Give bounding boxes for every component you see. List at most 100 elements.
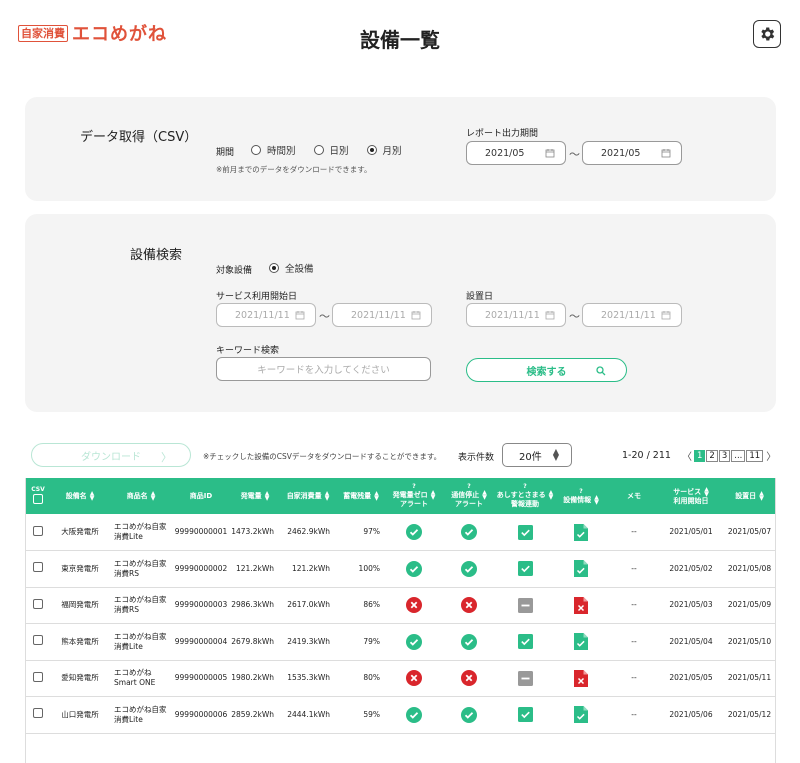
cell-product-id: 99990000004 bbox=[174, 636, 228, 646]
table-row: 愛知発電所 エコめがねSmart ONE 99990000005 1980.2kWh 1… bbox=[26, 660, 775, 697]
cell-install-date: 2021/05/07 bbox=[727, 527, 772, 536]
cell-device-info bbox=[554, 587, 608, 624]
cell-install-date: 2021/05/11 bbox=[727, 673, 772, 683]
document-error-icon[interactable] bbox=[574, 669, 588, 687]
cell-gen-alert bbox=[386, 514, 442, 551]
col-comm-stop-alert[interactable]: ? 通信停止 ▲ ▼ アラート bbox=[442, 478, 496, 514]
cell-name[interactable]: 熊本発電所 bbox=[50, 624, 110, 661]
row-checkbox[interactable] bbox=[33, 598, 43, 609]
col-battery[interactable]: 蓄電残量 ▲ ▼ bbox=[336, 478, 386, 514]
cell-memo[interactable]: -- bbox=[608, 624, 660, 661]
pagination: 〈 1 2 3 ... 11 〉 bbox=[680, 448, 778, 463]
cell-memo[interactable]: -- bbox=[608, 587, 660, 624]
row-checkbox-cell bbox=[26, 660, 50, 697]
install-date-to[interactable]: 2021/11/11 bbox=[582, 303, 682, 327]
cell-memo[interactable]: -- bbox=[608, 551, 660, 588]
calendar-icon bbox=[295, 311, 305, 320]
page-3[interactable]: 3 bbox=[718, 449, 731, 462]
calendar-icon bbox=[411, 311, 421, 320]
checkbox-checked-icon[interactable] bbox=[517, 707, 533, 723]
radio-hourly[interactable]: 時間別 bbox=[251, 143, 296, 157]
cell-name[interactable]: 東京発電所 bbox=[50, 551, 110, 588]
cell-name[interactable]: 福岡発電所 bbox=[50, 587, 110, 624]
target-label: 対象設備 bbox=[216, 266, 253, 276]
cell-gen-alert bbox=[386, 697, 442, 734]
page-2[interactable]: 2 bbox=[706, 449, 718, 462]
radio-all-equipment[interactable]: 全設備 bbox=[269, 261, 314, 275]
equipment-table: CSV 設備名 ▲ ▼ 商品名 ▲ ▼ 商品ID 発電量 ▲ ▼ 自家消費量 ▲ ▼ 蓄電残量 ▲… bbox=[25, 478, 776, 763]
cell-name[interactable]: 大阪発電所 bbox=[50, 514, 110, 551]
checkbox-checked-icon[interactable] bbox=[517, 634, 533, 650]
checkbox-checked-icon[interactable] bbox=[517, 561, 533, 577]
report-from-date[interactable]: 2021/05 bbox=[466, 141, 566, 165]
help-icon[interactable]: ? bbox=[442, 483, 496, 490]
document-ok-icon[interactable] bbox=[574, 560, 588, 578]
row-checkbox-cell bbox=[26, 551, 50, 588]
cell-alert-link bbox=[496, 660, 554, 697]
cell-comm-alert bbox=[442, 514, 496, 551]
cell-battery: 86% bbox=[363, 600, 380, 610]
cell-service-start: 2021/05/02 bbox=[669, 563, 713, 573]
radio-monthly[interactable]: 月別 bbox=[366, 143, 402, 157]
cell-product: エコめがね自家消費Lite bbox=[114, 631, 167, 651]
display-count-select[interactable]: 20件 ▲ ▼ bbox=[502, 443, 572, 467]
install-date-label: 設置日 bbox=[466, 292, 494, 302]
settings-button[interactable] bbox=[753, 20, 781, 48]
page-1[interactable]: 1 bbox=[694, 449, 706, 462]
row-checkbox[interactable] bbox=[33, 708, 43, 719]
document-error-icon[interactable] bbox=[574, 596, 588, 614]
row-checkbox[interactable] bbox=[33, 562, 43, 573]
calendar-icon bbox=[545, 149, 555, 158]
service-start-from[interactable]: 2021/11/11 bbox=[216, 303, 316, 327]
radio-daily[interactable]: 日別 bbox=[313, 143, 349, 157]
cell-name[interactable]: 愛知発電所 bbox=[50, 660, 110, 697]
prev-page-icon[interactable]: 〈 bbox=[680, 448, 694, 463]
cell-name[interactable]: 山口発電所 bbox=[50, 697, 110, 734]
col-product[interactable]: 商品名 ▲ ▼ bbox=[110, 478, 172, 514]
row-checkbox[interactable] bbox=[33, 525, 43, 536]
page-11[interactable]: 11 bbox=[746, 449, 764, 462]
col-name[interactable]: 設備名 ▲ ▼ bbox=[50, 478, 110, 514]
col-service-start[interactable]: サービス ▲ ▼ 利用開始日 bbox=[660, 478, 722, 514]
cell-memo[interactable]: -- bbox=[608, 660, 660, 697]
search-button[interactable]: 検索する bbox=[466, 358, 627, 382]
col-device-info[interactable]: ? 設備情報 ▲ ▼ bbox=[554, 478, 608, 514]
check-circle-icon bbox=[406, 706, 422, 723]
document-ok-icon[interactable] bbox=[574, 633, 588, 651]
keyword-input[interactable]: キーワードを入力してください bbox=[216, 357, 431, 381]
cell-battery: 79% bbox=[363, 636, 380, 646]
document-ok-icon[interactable] bbox=[574, 523, 588, 541]
cell-consumption: 2419.3kWh bbox=[287, 636, 330, 646]
next-page-icon[interactable]: 〉 bbox=[764, 448, 778, 463]
help-icon[interactable]: ? bbox=[496, 483, 554, 490]
cell-product: エコめがね自家消費RS bbox=[114, 595, 167, 615]
range-tilde: 〜 bbox=[319, 310, 330, 323]
check-circle-icon bbox=[461, 524, 477, 540]
download-button[interactable]: ダウンロード 〉 bbox=[31, 443, 191, 467]
col-alert-link[interactable]: ? あしすとさまる ▲ ▼ 警報連動 bbox=[496, 478, 554, 514]
error-circle-icon bbox=[406, 597, 422, 614]
col-install-date[interactable]: 設置日 ▲ ▼ bbox=[722, 478, 775, 514]
checkbox-checked-icon[interactable] bbox=[517, 524, 533, 540]
help-icon[interactable]: ? bbox=[554, 488, 608, 495]
cell-install-date: 2021/05/09 bbox=[727, 600, 772, 610]
cell-memo[interactable]: -- bbox=[608, 514, 660, 551]
report-to-date[interactable]: 2021/05 bbox=[582, 141, 682, 165]
install-date-from[interactable]: 2021/11/11 bbox=[466, 303, 566, 327]
cell-memo[interactable]: -- bbox=[608, 697, 660, 734]
cell-comm-alert bbox=[442, 624, 496, 661]
col-gen-zero-alert[interactable]: ? 発電量ゼロ ▲ ▼ アラート bbox=[386, 478, 442, 514]
service-start-to[interactable]: 2021/11/11 bbox=[332, 303, 432, 327]
row-checkbox[interactable] bbox=[33, 635, 43, 646]
chevron-right-icon: 〉 bbox=[161, 451, 172, 464]
col-consumption[interactable]: 自家消費量 ▲ ▼ bbox=[280, 478, 336, 514]
cell-generation: 1473.2kWh bbox=[231, 527, 274, 536]
col-generation[interactable]: 発電量 ▲ ▼ bbox=[230, 478, 280, 514]
document-ok-icon[interactable] bbox=[574, 706, 588, 724]
sort-icon: ▲ ▼ bbox=[548, 489, 554, 501]
page-ellipsis: ... bbox=[731, 449, 746, 462]
up-down-icon: ▲ ▼ bbox=[552, 447, 559, 462]
col-product-id: 商品ID bbox=[189, 491, 213, 500]
row-checkbox[interactable] bbox=[33, 671, 43, 682]
select-all-checkbox[interactable] bbox=[33, 494, 43, 504]
